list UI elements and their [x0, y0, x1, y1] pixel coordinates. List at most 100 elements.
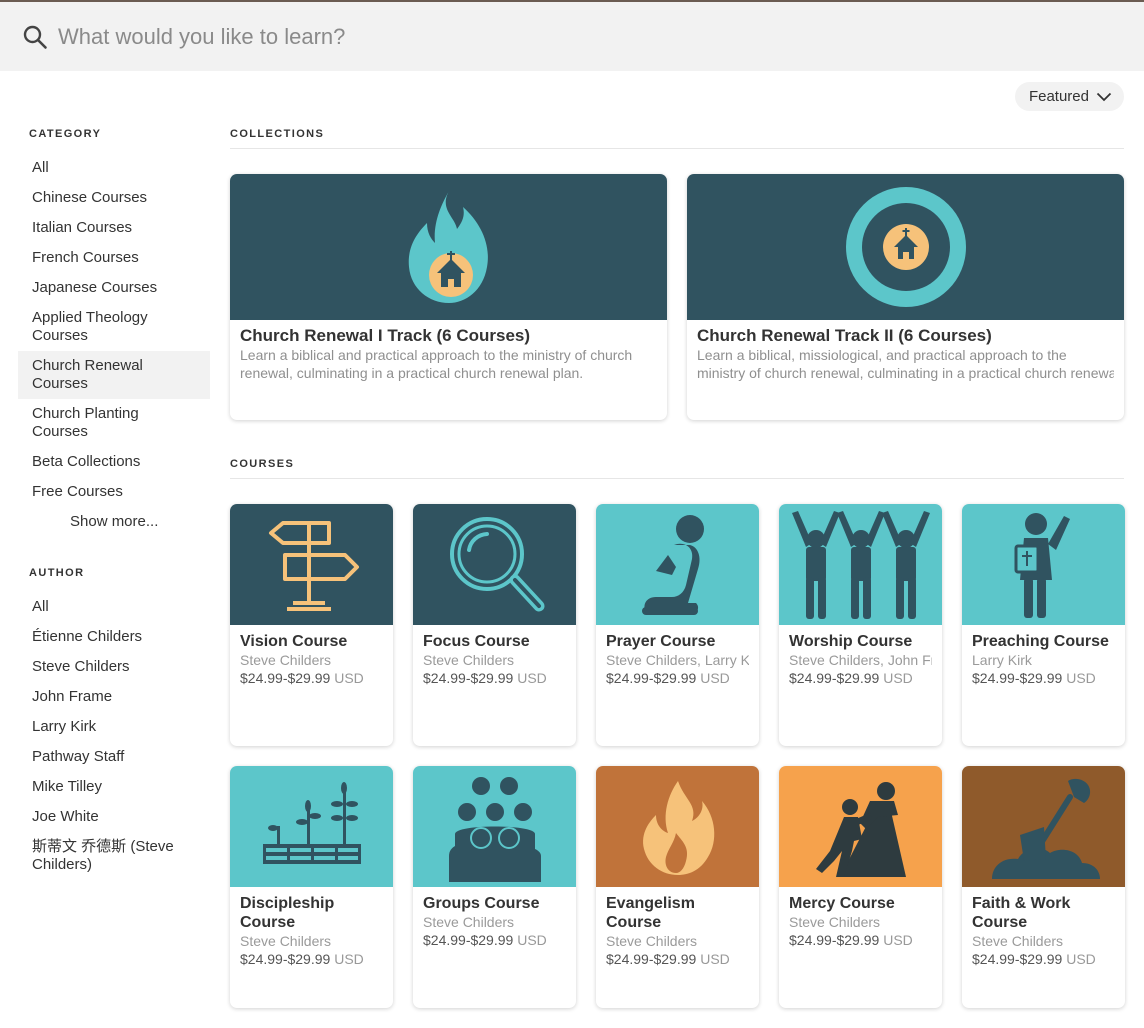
course-image [962, 504, 1125, 625]
magnifier-icon [449, 516, 544, 611]
course-price: $24.99-$29.99 USD [972, 669, 1115, 687]
author-item-steve-childers[interactable]: Steve Childers [18, 652, 210, 682]
course-image [779, 504, 942, 625]
collection-title: Church Renewal I Track (6 Courses) [240, 326, 531, 345]
chevron-down-icon [1096, 92, 1112, 101]
course-title: Vision Course [240, 633, 348, 650]
price-range: $24.99-$29.99 [972, 670, 1063, 686]
collection-description: Learn a biblical and practical approach … [240, 347, 633, 363]
course-title: Worship Course [789, 633, 913, 650]
price-range: $24.99-$29.99 [789, 932, 880, 948]
course-price: $24.99-$29.99 USD [240, 950, 383, 968]
course-title: Groups Course [423, 895, 540, 912]
course-card[interactable]: Groups Course Steve Childers $24.99-$29.… [413, 766, 576, 1008]
collection-card[interactable]: Church Renewal I Track (6 Courses) Learn… [230, 174, 667, 420]
collection-title: Church Renewal Track II (6 Courses) [697, 326, 992, 345]
collection-image [687, 174, 1124, 320]
category-item-all[interactable]: All [18, 153, 210, 183]
author-item-steve-childers-chinese[interactable]: 斯蒂文 乔德斯 (Steve Childers) [18, 832, 210, 880]
course-author: Steve Childers [423, 914, 515, 930]
helping-climb-icon [815, 781, 906, 877]
course-card[interactable]: Faith & Work Course Steve Childers $24.9… [962, 766, 1125, 1008]
category-item-chinese[interactable]: Chinese Courses [18, 183, 210, 213]
preacher-icon [1014, 512, 1070, 618]
course-title: Faith & Work Course [972, 895, 1071, 931]
course-author: Larry Kirk [972, 652, 1032, 668]
price-range: $24.99-$29.99 [423, 670, 514, 686]
signpost-icon [268, 520, 359, 611]
collections-heading: COLLECTIONS [230, 128, 1124, 149]
course-image [230, 766, 393, 887]
price-range: $24.99-$29.99 [606, 951, 697, 967]
course-card[interactable]: Mercy Course Steve Childers $24.99-$29.9… [779, 766, 942, 1008]
collection-description: Learn a biblical, missiological, and pra… [697, 347, 1067, 363]
flame-church-icon [408, 191, 488, 303]
course-title: Mercy Course [789, 895, 895, 912]
course-price: $24.99-$29.99 USD [789, 931, 932, 949]
search-icon[interactable] [22, 24, 48, 50]
price-range: $24.99-$29.99 [972, 951, 1063, 967]
author-item-joe-white[interactable]: Joe White [18, 802, 210, 832]
category-list: All Chinese Courses Italian Courses Fren… [18, 153, 210, 537]
filter-sidebar: CATEGORY All Chinese Courses Italian Cou… [18, 128, 210, 880]
category-item-free[interactable]: Free Courses [18, 477, 210, 507]
course-grid: Vision Course Steve Childers $24.99-$29.… [230, 504, 1125, 1008]
course-price: $24.99-$29.99 USD [423, 931, 566, 949]
course-title: Focus Course [423, 633, 530, 650]
growing-plants-icon [262, 781, 361, 864]
author-item-larry-kirk[interactable]: Larry Kirk [18, 712, 210, 742]
author-item-john-frame[interactable]: John Frame [18, 682, 210, 712]
course-card[interactable]: Prayer Course Steve Childers, Larry Kirk… [596, 504, 759, 746]
category-item-church-planting[interactable]: Church Planting Courses [18, 399, 210, 447]
price-currency: USD [883, 932, 913, 948]
course-card[interactable]: Evangelism Course Steve Childers $24.99-… [596, 766, 759, 1008]
category-item-japanese[interactable]: Japanese Courses [18, 273, 210, 303]
target-church-icon [845, 187, 966, 307]
show-more-link[interactable]: Show more... [18, 507, 210, 537]
search-input[interactable] [58, 23, 958, 50]
category-item-italian[interactable]: Italian Courses [18, 213, 210, 243]
course-price: $24.99-$29.99 USD [972, 950, 1115, 968]
course-card[interactable]: Focus Course Steve Childers $24.99-$29.9… [413, 504, 576, 746]
course-image [779, 766, 942, 887]
author-item-pathway-staff[interactable]: Pathway Staff [18, 742, 210, 772]
author-item-mike-tilley[interactable]: Mike Tilley [18, 772, 210, 802]
price-range: $24.99-$29.99 [240, 670, 331, 686]
course-image [230, 504, 393, 625]
course-card[interactable]: Vision Course Steve Childers $24.99-$29.… [230, 504, 393, 746]
main-content: COLLECTIONS Church Renewal I Track (6 Co… [230, 128, 1125, 1008]
fire-icon [642, 780, 714, 875]
category-item-french[interactable]: French Courses [18, 243, 210, 273]
course-price: $24.99-$29.99 USD [606, 669, 749, 687]
course-image [413, 504, 576, 625]
author-item-etienne-childers[interactable]: Étienne Childers [18, 622, 210, 652]
sort-label: Featured [1028, 88, 1089, 105]
course-author: Steve Childers [972, 933, 1064, 949]
course-card[interactable]: Preaching Course Larry Kirk $24.99-$29.9… [962, 504, 1125, 746]
category-item-beta-collections[interactable]: Beta Collections [18, 447, 210, 477]
price-range: $24.99-$29.99 [423, 932, 514, 948]
price-currency: USD [334, 951, 364, 967]
course-price: $24.99-$29.99 USD [423, 669, 566, 687]
shovel-icon [991, 778, 1100, 879]
price-currency: USD [334, 670, 364, 686]
course-author: Steve Childers [606, 933, 698, 949]
price-currency: USD [700, 670, 730, 686]
category-item-applied-theology[interactable]: Applied Theology Courses [18, 303, 210, 351]
course-card[interactable]: Discipleship Course Steve Childers $24.9… [230, 766, 393, 1008]
collection-image [230, 174, 667, 320]
sort-dropdown[interactable]: Featured [1014, 82, 1124, 111]
course-image [596, 504, 759, 625]
category-item-church-renewal[interactable]: Church Renewal Courses [18, 351, 210, 399]
collection-description: ministry of church renewal, culminating … [697, 365, 1114, 381]
course-author: Steve Childers, John Frame [789, 652, 932, 668]
course-card[interactable]: Worship Course Steve Childers, John Fram… [779, 504, 942, 746]
price-currency: USD [1066, 670, 1096, 686]
author-section: AUTHOR All Étienne Childers Steve Childe… [18, 567, 210, 880]
category-heading: CATEGORY [29, 128, 102, 140]
author-heading: AUTHOR [29, 567, 85, 579]
price-range: $24.99-$29.99 [606, 670, 697, 686]
collection-card[interactable]: Church Renewal Track II (6 Courses) Lear… [687, 174, 1124, 420]
course-image [413, 766, 576, 887]
author-item-all[interactable]: All [18, 592, 210, 622]
